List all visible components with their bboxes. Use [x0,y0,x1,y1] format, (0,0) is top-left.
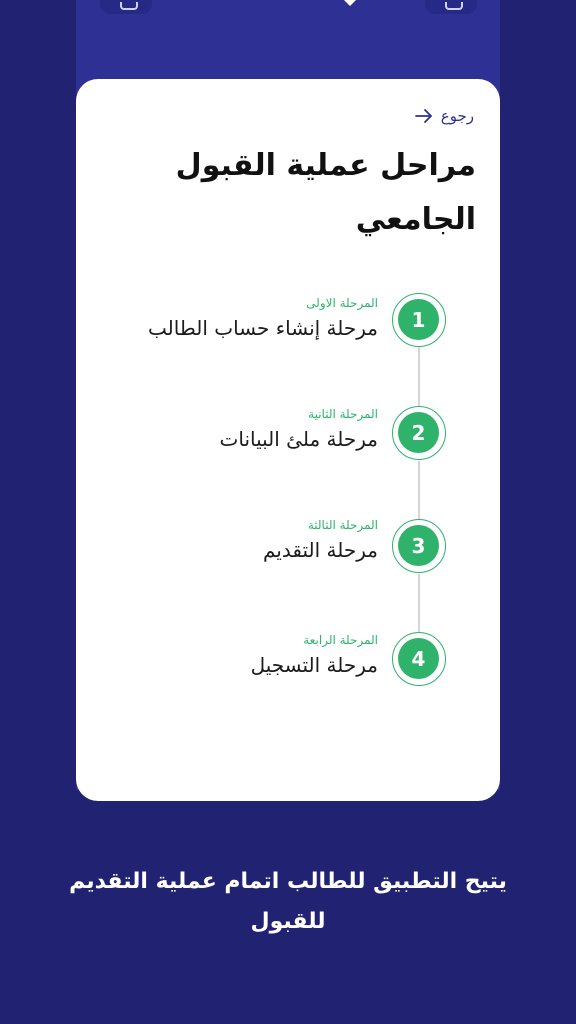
app-logo-icon [344,0,356,6]
timeline-connector [418,574,420,634]
step-4-subtitle: المرحلة الرابعة [303,633,378,647]
step-3-name: مرحلة التقديم [263,538,378,562]
step-2-badge: 2 [392,406,446,460]
step-3-number: 3 [398,525,439,566]
step-3-subtitle: المرحلة الثالثة [307,518,378,532]
step-4-name: مرحلة التسجيل [250,653,378,677]
step-2-name: مرحلة ملئ البيانات [219,427,378,451]
step-1-number: 1 [398,299,439,340]
menu-icon [120,2,138,10]
step-2-subtitle: المرحلة الثانية [308,407,378,421]
step-4-badge: 4 [392,632,446,686]
step-2[interactable]: المرحلة الثانية مرحلة ملئ البيانات [88,406,378,454]
timeline-connector [418,347,420,407]
timeline-connector [418,461,420,521]
step-3-badge: 3 [392,519,446,573]
feature-caption: يتيح التطبيق للطالب اتمام عملية التقديم … [69,869,507,934]
step-1[interactable]: المرحلة الاولى مرحلة إنشاء حساب الطالب [88,295,378,343]
step-4-number: 4 [398,638,439,679]
stages-timeline: 1 المرحلة الاولى مرحلة إنشاء حساب الطالب… [76,79,500,801]
step-2-number: 2 [398,412,439,453]
step-1-name: مرحلة إنشاء حساب الطالب [148,316,378,340]
stages-card: رجوع مراحل عملية القبول الجامعي 1 المرحل… [76,79,500,801]
step-3[interactable]: المرحلة الثالثة مرحلة التقديم [88,517,378,565]
step-4[interactable]: المرحلة الرابعة مرحلة التسجيل [88,632,378,680]
top-right-button[interactable] [425,0,477,14]
top-left-button[interactable] [100,0,152,14]
step-1-badge: 1 [392,293,446,347]
bag-icon [445,2,463,10]
step-1-subtitle: المرحلة الاولى [306,296,378,310]
